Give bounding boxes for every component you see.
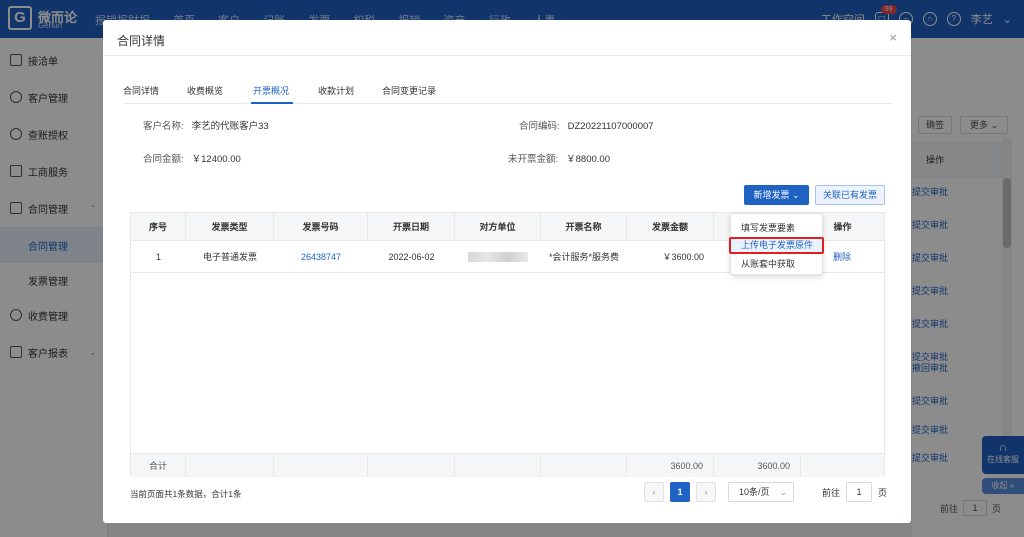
tab-contract-detail[interactable]: 合同详情	[123, 84, 159, 97]
new-invoice-button[interactable]: 新增发票 ⌄	[744, 185, 809, 205]
invoice-type-cell: 电子普通发票	[202, 252, 257, 262]
uninvoiced-amount-field: 未开票金额: ￥8800.00	[508, 151, 610, 165]
active-tab-indicator	[251, 102, 293, 104]
modal-title: 合同详情	[117, 34, 166, 48]
link-invoice-button[interactable]: 关联已有发票	[815, 185, 885, 205]
summary-cell	[801, 454, 884, 477]
column-header: 开票日期	[368, 213, 455, 240]
page-unit: 页	[878, 487, 888, 498]
uninvoiced-amount-value: ￥8800.00	[566, 154, 610, 165]
modal-header: 合同详情 ×	[103, 20, 911, 56]
pagination: ‹ 1 › 10条/页 ⌄ 前往 1 页	[644, 482, 887, 502]
table-summary-text: 当前页面共1条数据，合计1条	[130, 489, 242, 499]
contract-code-value: DZ20221107000007	[567, 121, 654, 132]
summary-amount: 3600.00	[627, 454, 714, 477]
goto-label: 前往	[822, 487, 841, 498]
customer-name-value: 李艺的代账客户33	[191, 121, 269, 132]
index-cell: 1	[155, 251, 161, 262]
column-header: 开票名称	[541, 213, 627, 240]
current-page[interactable]: 1	[670, 482, 690, 502]
summary-row: 合计 3600.00 3600.00	[131, 453, 884, 477]
next-page-icon[interactable]: ›	[696, 482, 716, 502]
contract-code-label: 合同编码:	[519, 121, 560, 132]
invoice-name-cell: *会计服务*服务费	[548, 252, 619, 262]
tab-bar: 合同详情 收费概览 开票概况 收款计划 合同变更记录	[123, 82, 893, 104]
tab-fee-overview[interactable]: 收费概览	[187, 84, 223, 97]
menu-item-fill-invoice[interactable]: 填写发票要素	[731, 220, 822, 237]
tab-invoice-overview[interactable]: 开票概况	[253, 84, 289, 97]
column-header: 发票类型	[186, 213, 274, 240]
column-header: 发票金额	[627, 213, 714, 240]
column-header: 对方单位	[455, 213, 541, 240]
column-header: 序号	[131, 213, 186, 240]
summary-extra: 3600.00	[714, 454, 801, 477]
page-size-select[interactable]: 10条/页 ⌄	[728, 482, 794, 502]
customer-name-field: 客户名称: 李艺的代账客户33	[143, 118, 269, 132]
summary-cell	[186, 454, 274, 477]
invoice-amount-cell: ￥3600.00	[662, 252, 704, 262]
invoice-date-cell: 2022-06-02	[388, 251, 435, 262]
chevron-down-icon: ⌄	[779, 487, 787, 497]
summary-cell	[455, 454, 541, 477]
uninvoiced-amount-label: 未开票金额:	[508, 154, 559, 165]
summary-cell	[541, 454, 627, 477]
menu-item-upload-e-invoice[interactable]: 上传电子发票原件	[729, 237, 824, 254]
chevron-down-icon: ⌄	[791, 190, 800, 200]
prev-page-icon[interactable]: ‹	[644, 482, 664, 502]
column-header: 发票号码	[274, 213, 368, 240]
contract-amount-field: 合同金额: ￥12400.00	[143, 151, 241, 165]
customer-name-label: 客户名称:	[143, 121, 184, 132]
contract-code-field: 合同编码: DZ20221107000007	[519, 118, 654, 132]
counterparty-cell	[455, 241, 541, 272]
summary-cell	[274, 454, 368, 477]
redacted-text	[468, 251, 528, 262]
menu-item-fetch-from-ledger[interactable]: 从账套中获取	[731, 256, 822, 273]
contract-amount-label: 合同金额:	[143, 154, 184, 165]
tab-change-records[interactable]: 合同变更记录	[382, 84, 436, 97]
new-invoice-menu: 填写发票要素 上传电子发票原件 从账套中获取	[729, 213, 824, 275]
invoice-number-link[interactable]: 26438747	[274, 241, 368, 272]
summary-cell	[368, 454, 455, 477]
summary-label: 合计	[131, 454, 186, 477]
contract-detail-modal: 合同详情 × 合同详情 收费概览 开票概况 收款计划 合同变更记录 客户名称: 李…	[103, 20, 911, 523]
close-icon[interactable]: ×	[889, 30, 897, 45]
goto-page-input[interactable]: 1	[846, 482, 873, 502]
tab-payment-plan[interactable]: 收款计划	[318, 84, 354, 97]
contract-amount-value: ￥12400.00	[191, 154, 241, 165]
